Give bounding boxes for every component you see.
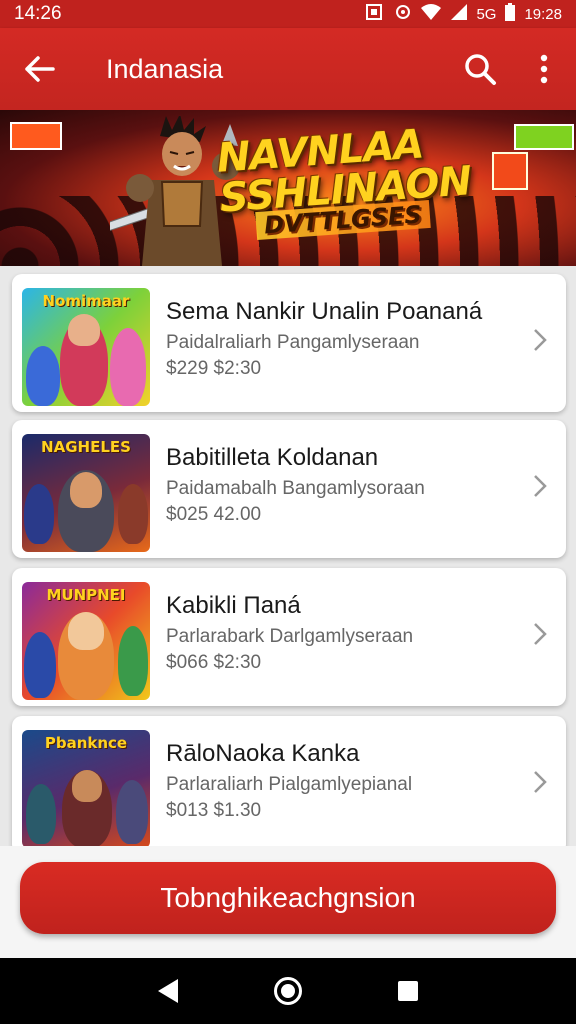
list-item[interactable]: MUNPNEI Kabikli Πaná Parlarabark Darlgam… — [12, 568, 566, 706]
item-thumbnail: Pbanknce — [22, 730, 150, 846]
chevron-right-icon — [534, 475, 547, 497]
item-price: $229 $2:30 — [166, 358, 262, 379]
status-bar: 14:26 5G 19:28 — [0, 0, 576, 28]
item-price: $013 $1.30 — [166, 800, 262, 821]
item-thumbnail: NAGHELES — [22, 434, 150, 552]
chevron-right-icon — [534, 623, 547, 645]
chevron-right-icon — [534, 771, 547, 793]
status-icons: 5G 19:28 — [366, 2, 562, 26]
page-title: Indanasia — [106, 53, 224, 84]
signal-icon — [450, 3, 468, 25]
more-vert-icon — [540, 54, 548, 84]
item-description: Paidamabalh Bangamlysoraan — [166, 478, 425, 499]
item-description: Paidalraliarh Pangamlyseraan — [166, 332, 420, 353]
wifi-icon — [420, 3, 442, 25]
banner-badge-left — [10, 122, 62, 150]
item-price: $066 $2:30 — [166, 652, 262, 673]
item-name: Babitilleta Koldanan — [166, 444, 379, 471]
banner-badge-sign — [492, 152, 528, 190]
system-nav-bar — [0, 958, 576, 1024]
banner-title: NAVNLAA SSHLINAON — [215, 121, 472, 221]
network-type-label: 5G — [476, 5, 497, 23]
item-name: RāloNaoka Kanka — [166, 740, 360, 767]
item-thumbnail: Nomimaar — [22, 288, 150, 406]
item-thumbnail: MUNPNEI — [22, 582, 150, 700]
app-bar: Indanasia — [0, 28, 576, 110]
promo-banner[interactable]: NAVNLAA SSHLINAON DVTTLGSES — [0, 110, 576, 266]
nav-home-icon[interactable] — [272, 975, 304, 1007]
list-item[interactable]: Nomimaar Sema Nankir Unalin Poananá Paid… — [12, 274, 566, 412]
thumbnail-title: MUNPNEI — [46, 586, 126, 604]
nav-recents-icon[interactable] — [396, 979, 420, 1003]
search-icon — [465, 54, 496, 85]
item-price: $025 42.00 — [166, 504, 262, 525]
banner-badge-right — [514, 124, 574, 150]
item-name: Kabikli Πaná — [166, 592, 301, 619]
search-button[interactable] — [448, 28, 512, 110]
status-time-left: 14:26 — [14, 3, 62, 24]
thumbnail-title: Nomimaar — [42, 292, 130, 310]
back-button[interactable] — [0, 28, 80, 110]
thumbnail-title: Pbanknce — [44, 734, 128, 752]
status-time-right: 19:28 — [524, 5, 562, 23]
arrow-left-icon — [25, 56, 55, 82]
battery-icon — [504, 2, 516, 26]
list-item[interactable]: NAGHELES Babitilleta Koldanan Paidamabal… — [12, 420, 566, 558]
more-options-button[interactable] — [512, 28, 576, 110]
list-item[interactable]: Pbanknce RāloNaoka Kanka Parlaraliarh Pi… — [12, 716, 566, 846]
chevron-right-icon — [534, 329, 547, 351]
item-description: Parlarabark Darlgamlyseraan — [166, 626, 414, 647]
item-name: Sema Nankir Unalin Poananá — [166, 298, 483, 325]
settings-icon — [394, 3, 412, 25]
thumbnail-title: NAGHELES — [41, 438, 131, 456]
game-list: Nomimaar Sema Nankir Unalin Poananá Paid… — [0, 266, 576, 846]
nav-back-icon[interactable] — [156, 978, 180, 1004]
primary-action-button[interactable]: Tobnghikeachgnsion — [20, 862, 556, 934]
notification-icon — [366, 3, 386, 25]
bottom-action-area: Tobnghikeachgnsion — [0, 846, 576, 958]
item-description: Parlaraliarh Pialgamlyepianal — [166, 774, 413, 795]
